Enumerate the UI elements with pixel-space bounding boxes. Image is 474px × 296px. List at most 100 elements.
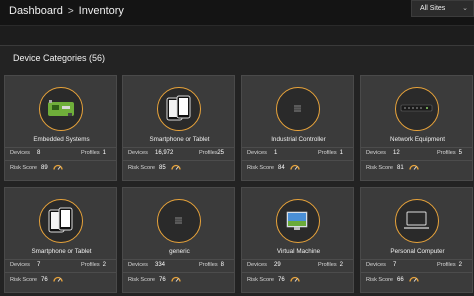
devices-label: Devices (128, 262, 148, 268)
risk-gauge-icon (171, 164, 181, 170)
devices-count: 8 (37, 149, 41, 156)
risk-score-label: Risk Score (128, 165, 156, 171)
device-category-card[interactable]: Industrial Controller Devices 1 Profiles… (241, 75, 354, 181)
risk-gauge-icon (409, 164, 419, 170)
risk-gauge-icon (409, 276, 419, 282)
generic-device-icon (175, 217, 182, 224)
profiles-count: 2 (102, 261, 106, 268)
category-icon-ring (157, 199, 201, 243)
devices-label: Devices (10, 150, 30, 156)
profiles-count: 1 (339, 149, 343, 156)
devices-label: Devices (128, 150, 148, 156)
divider (242, 272, 353, 273)
divider (242, 160, 353, 161)
device-category-card[interactable]: Personal Computer Devices 7 Profiles 2 R… (360, 187, 473, 293)
chevron-down-icon: ⌄ (462, 5, 468, 12)
risk-score-value: 84 (278, 164, 285, 171)
category-icon-ring (157, 87, 201, 131)
devices-label: Devices (10, 262, 30, 268)
divider (5, 272, 116, 273)
divider (361, 147, 472, 148)
risk-score-label: Risk Score (247, 277, 275, 283)
devices-count: 7 (393, 261, 397, 268)
profiles-label: Profiles (199, 150, 218, 156)
category-name: Personal Computer (390, 248, 445, 255)
profiles-label: Profiles (199, 262, 218, 268)
profiles-label: Profiles (318, 262, 337, 268)
profiles-count: 1 (102, 149, 106, 156)
divider (5, 259, 116, 260)
divider (123, 147, 234, 148)
category-name: Smartphone or Tablet (31, 248, 92, 255)
profiles-count: 2 (339, 261, 343, 268)
device-category-card[interactable]: Network Equipment Devices 12 Profiles 5 … (360, 75, 473, 181)
devices-label: Devices (366, 262, 386, 268)
divider (123, 160, 234, 161)
divider (123, 272, 234, 273)
divider (361, 272, 472, 273)
risk-score-value: 76 (41, 276, 48, 283)
virtual-machine-icon (286, 211, 308, 230)
device-category-card[interactable]: Smartphone or Tablet Devices 16,972 Prof… (122, 75, 235, 181)
breadcrumb-separator: > (67, 5, 74, 17)
top-bar: Dashboard > Inventory All Sites ⌄ (0, 0, 474, 26)
divider (123, 259, 234, 260)
device-category-card[interactable]: Smartphone or Tablet Devices 7 Profiles … (4, 187, 117, 293)
breadcrumb-current-page: Inventory (78, 5, 124, 17)
devices-label: Devices (247, 262, 267, 268)
divider (242, 259, 353, 260)
breadcrumb-dashboard-link[interactable]: Dashboard (9, 5, 63, 17)
category-icon-ring (39, 87, 83, 131)
smartphone-tablet-icon (48, 207, 73, 233)
category-icon-ring (39, 199, 83, 243)
category-name: generic (169, 248, 190, 255)
device-category-card[interactable]: generic Devices 334 Profiles 8 Risk Scor… (122, 187, 235, 293)
devices-count: 12 (393, 149, 400, 156)
devices-count: 16,972 (155, 149, 174, 156)
profiles-count: 2 (458, 261, 462, 268)
category-name: Industrial Controller (271, 136, 326, 143)
device-category-card[interactable]: Virtual Machine Devices 29 Profiles 2 Ri… (241, 187, 354, 293)
circuit-board-icon (48, 100, 74, 116)
risk-gauge-icon (171, 276, 181, 282)
risk-score-value: 76 (278, 276, 285, 283)
risk-score-label: Risk Score (247, 165, 275, 171)
risk-score-value: 85 (159, 164, 166, 171)
profiles-label: Profiles (437, 262, 456, 268)
profiles-count: 8 (220, 261, 224, 268)
divider (5, 160, 116, 161)
divider (5, 147, 116, 148)
category-name: Smartphone or Tablet (149, 136, 210, 143)
category-icon-ring (276, 199, 320, 243)
risk-score-label: Risk Score (366, 277, 394, 283)
category-icon-ring (395, 199, 439, 243)
devices-label: Devices (247, 150, 267, 156)
risk-score-label: Risk Score (10, 277, 38, 283)
risk-score-value: 81 (397, 164, 404, 171)
category-icon-ring (276, 87, 320, 131)
section-title: Device Categories (56) (13, 53, 106, 63)
risk-score-label: Risk Score (366, 165, 394, 171)
device-category-card[interactable]: Embedded Systems Devices 8 Profiles 1 Ri… (4, 75, 117, 181)
devices-count: 1 (274, 149, 278, 156)
profiles-label: Profiles (81, 262, 100, 268)
site-selector-dropdown[interactable]: All Sites ⌄ (411, 0, 474, 17)
divider (361, 259, 472, 260)
site-selector-value: All Sites (420, 5, 446, 12)
devices-count: 7 (37, 261, 41, 268)
risk-score-label: Risk Score (10, 165, 38, 171)
profiles-label: Profiles (318, 150, 337, 156)
divider (361, 160, 472, 161)
filter-band (0, 26, 474, 46)
risk-score-value: 76 (159, 276, 166, 283)
profiles-count: 5 (458, 149, 462, 156)
risk-gauge-icon (290, 164, 300, 170)
category-name: Virtual Machine (276, 248, 321, 255)
devices-label: Devices (366, 150, 386, 156)
devices-count: 334 (155, 261, 166, 268)
breadcrumb: Dashboard > Inventory (9, 5, 124, 17)
profiles-label: Profiles (437, 150, 456, 156)
category-name: Network Equipment (390, 136, 445, 143)
profiles-count: 25 (217, 149, 224, 156)
category-name: Embedded Systems (33, 136, 90, 143)
